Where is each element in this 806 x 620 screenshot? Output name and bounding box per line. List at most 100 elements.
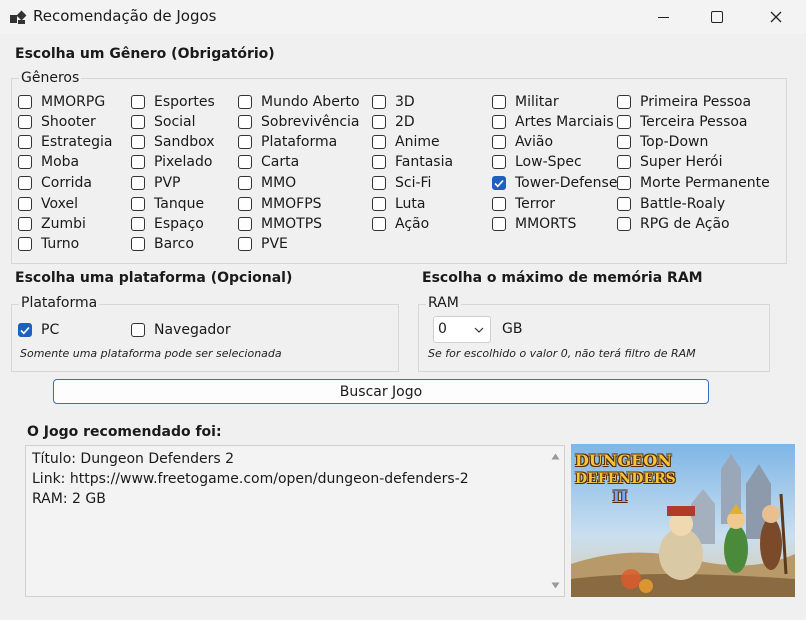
checkbox-box bbox=[131, 95, 145, 109]
genre-checkbox-voxel[interactable]: Voxel bbox=[18, 194, 78, 214]
checkbox-label: Pixelado bbox=[154, 154, 213, 170]
checkbox-label: Navegador bbox=[154, 322, 231, 338]
checkbox-label: Barco bbox=[154, 236, 194, 252]
genre-checkbox-artes-marciais[interactable]: Artes Marciais bbox=[492, 112, 614, 132]
ram-heading: Escolha o máximo de memória RAM bbox=[422, 270, 703, 286]
genre-checkbox-social[interactable]: Social bbox=[131, 112, 196, 132]
genre-checkbox-sobrevivência[interactable]: Sobrevivência bbox=[238, 112, 360, 132]
search-game-button[interactable]: Buscar Jogo bbox=[53, 379, 709, 404]
game-logo-numeral: II bbox=[612, 487, 628, 506]
game-logo-line2: DEFENDERS bbox=[575, 471, 676, 487]
checkbox-box bbox=[18, 95, 32, 109]
genre-checkbox-sci-fi[interactable]: Sci-Fi bbox=[372, 173, 431, 193]
checkbox-box bbox=[18, 176, 32, 190]
genre-checkbox-turno[interactable]: Turno bbox=[18, 234, 79, 254]
genre-checkbox-mmotps[interactable]: MMOTPS bbox=[238, 214, 322, 234]
checkbox-label: Ação bbox=[395, 216, 430, 232]
genre-checkbox-mundo-aberto[interactable]: Mundo Aberto bbox=[238, 92, 360, 112]
genre-checkbox-2d[interactable]: 2D bbox=[372, 112, 415, 132]
genre-checkbox-rpg-de-ação[interactable]: RPG de Ação bbox=[617, 214, 730, 234]
result-scrollbar[interactable] bbox=[547, 446, 564, 596]
checkbox-label: Fantasia bbox=[395, 154, 454, 170]
genre-checkbox-mmo[interactable]: MMO bbox=[238, 173, 296, 193]
checkbox-label: MMO bbox=[261, 175, 297, 191]
checkbox-label: Tanque bbox=[154, 196, 205, 212]
checkbox-box bbox=[372, 95, 386, 109]
checkbox-box bbox=[238, 217, 252, 231]
checkbox-box bbox=[492, 217, 506, 231]
checkbox-label: Tower-Defense bbox=[515, 175, 618, 191]
genre-checkbox-primeira-pessoa[interactable]: Primeira Pessoa bbox=[617, 92, 751, 112]
genre-checkbox-espaço[interactable]: Espaço bbox=[131, 214, 204, 234]
genre-checkbox-mmofps[interactable]: MMOFPS bbox=[238, 194, 322, 214]
genre-checkbox-terror[interactable]: Terror bbox=[492, 194, 555, 214]
genre-checkbox-avião[interactable]: Avião bbox=[492, 132, 553, 152]
result-heading: O Jogo recomendado foi: bbox=[27, 424, 222, 440]
genre-checkbox-militar[interactable]: Militar bbox=[492, 92, 559, 112]
genre-checkbox-plataforma[interactable]: Plataforma bbox=[238, 132, 337, 152]
genre-checkbox-tower-defense[interactable]: Tower-Defense bbox=[492, 173, 617, 193]
genre-checkbox-super-herói[interactable]: Super Herói bbox=[617, 152, 723, 172]
checkbox-box bbox=[238, 135, 252, 149]
ram-legend: RAM bbox=[426, 295, 461, 311]
genre-checkbox-carta[interactable]: Carta bbox=[238, 152, 299, 172]
genre-checkbox-pixelado[interactable]: Pixelado bbox=[131, 152, 212, 172]
checkbox-label: 2D bbox=[395, 114, 415, 130]
genre-checkbox-top-down[interactable]: Top-Down bbox=[617, 132, 708, 152]
platform-heading: Escolha uma plataforma (Opcional) bbox=[15, 270, 293, 286]
genre-checkbox-morte-permanente[interactable]: Morte Permanente bbox=[617, 173, 770, 193]
genre-checkbox-terceira-pessoa[interactable]: Terceira Pessoa bbox=[617, 112, 748, 132]
genre-checkbox-zumbi[interactable]: Zumbi bbox=[18, 214, 86, 234]
platform-checkbox-pc[interactable]: PC bbox=[18, 320, 59, 340]
checkbox-label: 3D bbox=[395, 94, 415, 110]
genre-checkbox-pvp[interactable]: PVP bbox=[131, 173, 180, 193]
genre-checkbox-esportes[interactable]: Esportes bbox=[131, 92, 215, 112]
checkbox-label: Artes Marciais bbox=[515, 114, 614, 130]
result-title-line: Título: Dungeon Defenders 2 bbox=[32, 451, 235, 467]
genre-checkbox-barco[interactable]: Barco bbox=[131, 234, 194, 254]
platform-checkbox-navegador[interactable]: Navegador bbox=[131, 320, 231, 340]
checkbox-box bbox=[617, 176, 631, 190]
checkbox-box bbox=[492, 115, 506, 129]
checkbox-label: Low-Spec bbox=[515, 154, 582, 170]
checkbox-box bbox=[492, 176, 506, 190]
minimize-button[interactable] bbox=[636, 0, 690, 34]
maximize-button[interactable] bbox=[690, 0, 744, 34]
genre-checkbox-shooter[interactable]: Shooter bbox=[18, 112, 96, 132]
close-button[interactable] bbox=[749, 0, 803, 34]
checkbox-label: PVE bbox=[261, 236, 288, 252]
minimize-icon bbox=[657, 16, 669, 18]
checkbox-box bbox=[131, 155, 145, 169]
genre-checkbox-pve[interactable]: PVE bbox=[238, 234, 288, 254]
genre-checkbox-corrida[interactable]: Corrida bbox=[18, 173, 92, 193]
ram-select[interactable]: 0 bbox=[433, 316, 491, 343]
checkbox-box bbox=[372, 176, 386, 190]
genre-checkbox-estrategia[interactable]: Estrategia bbox=[18, 132, 112, 152]
genre-checkbox-anime[interactable]: Anime bbox=[372, 132, 440, 152]
genre-checkbox-ação[interactable]: Ação bbox=[372, 214, 429, 234]
checkbox-box bbox=[18, 237, 32, 251]
genre-checkbox-tanque[interactable]: Tanque bbox=[131, 194, 204, 214]
genre-checkbox-fantasia[interactable]: Fantasia bbox=[372, 152, 453, 172]
genre-checkbox-luta[interactable]: Luta bbox=[372, 194, 426, 214]
checkbox-box bbox=[372, 155, 386, 169]
ram-hint: Se for escolhido o valor 0, não terá fil… bbox=[428, 347, 696, 360]
result-textbox[interactable]: Título: Dungeon Defenders 2 Link: https:… bbox=[25, 445, 565, 597]
genre-checkbox-moba[interactable]: Moba bbox=[18, 152, 79, 172]
checkbox-label: Espaço bbox=[154, 216, 204, 232]
genre-checkbox-sandbox[interactable]: Sandbox bbox=[131, 132, 215, 152]
scroll-up-icon bbox=[551, 453, 560, 460]
close-icon bbox=[770, 11, 782, 23]
checkbox-label: Sandbox bbox=[154, 134, 215, 150]
genre-checkbox-battle-roaly[interactable]: Battle-Roaly bbox=[617, 194, 725, 214]
genre-checkbox-3d[interactable]: 3D bbox=[372, 92, 415, 112]
result-ram-line: RAM: 2 GB bbox=[32, 491, 106, 507]
genre-checkbox-mmorts[interactable]: MMORTS bbox=[492, 214, 576, 234]
checkbox-label: Anime bbox=[395, 134, 440, 150]
checkbox-label: Sobrevivência bbox=[261, 114, 360, 130]
checkbox-label: Social bbox=[154, 114, 196, 130]
checkbox-box bbox=[617, 95, 631, 109]
check-icon bbox=[494, 179, 504, 187]
genre-checkbox-mmorpg[interactable]: MMORPG bbox=[18, 92, 105, 112]
genre-checkbox-low-spec[interactable]: Low-Spec bbox=[492, 152, 582, 172]
